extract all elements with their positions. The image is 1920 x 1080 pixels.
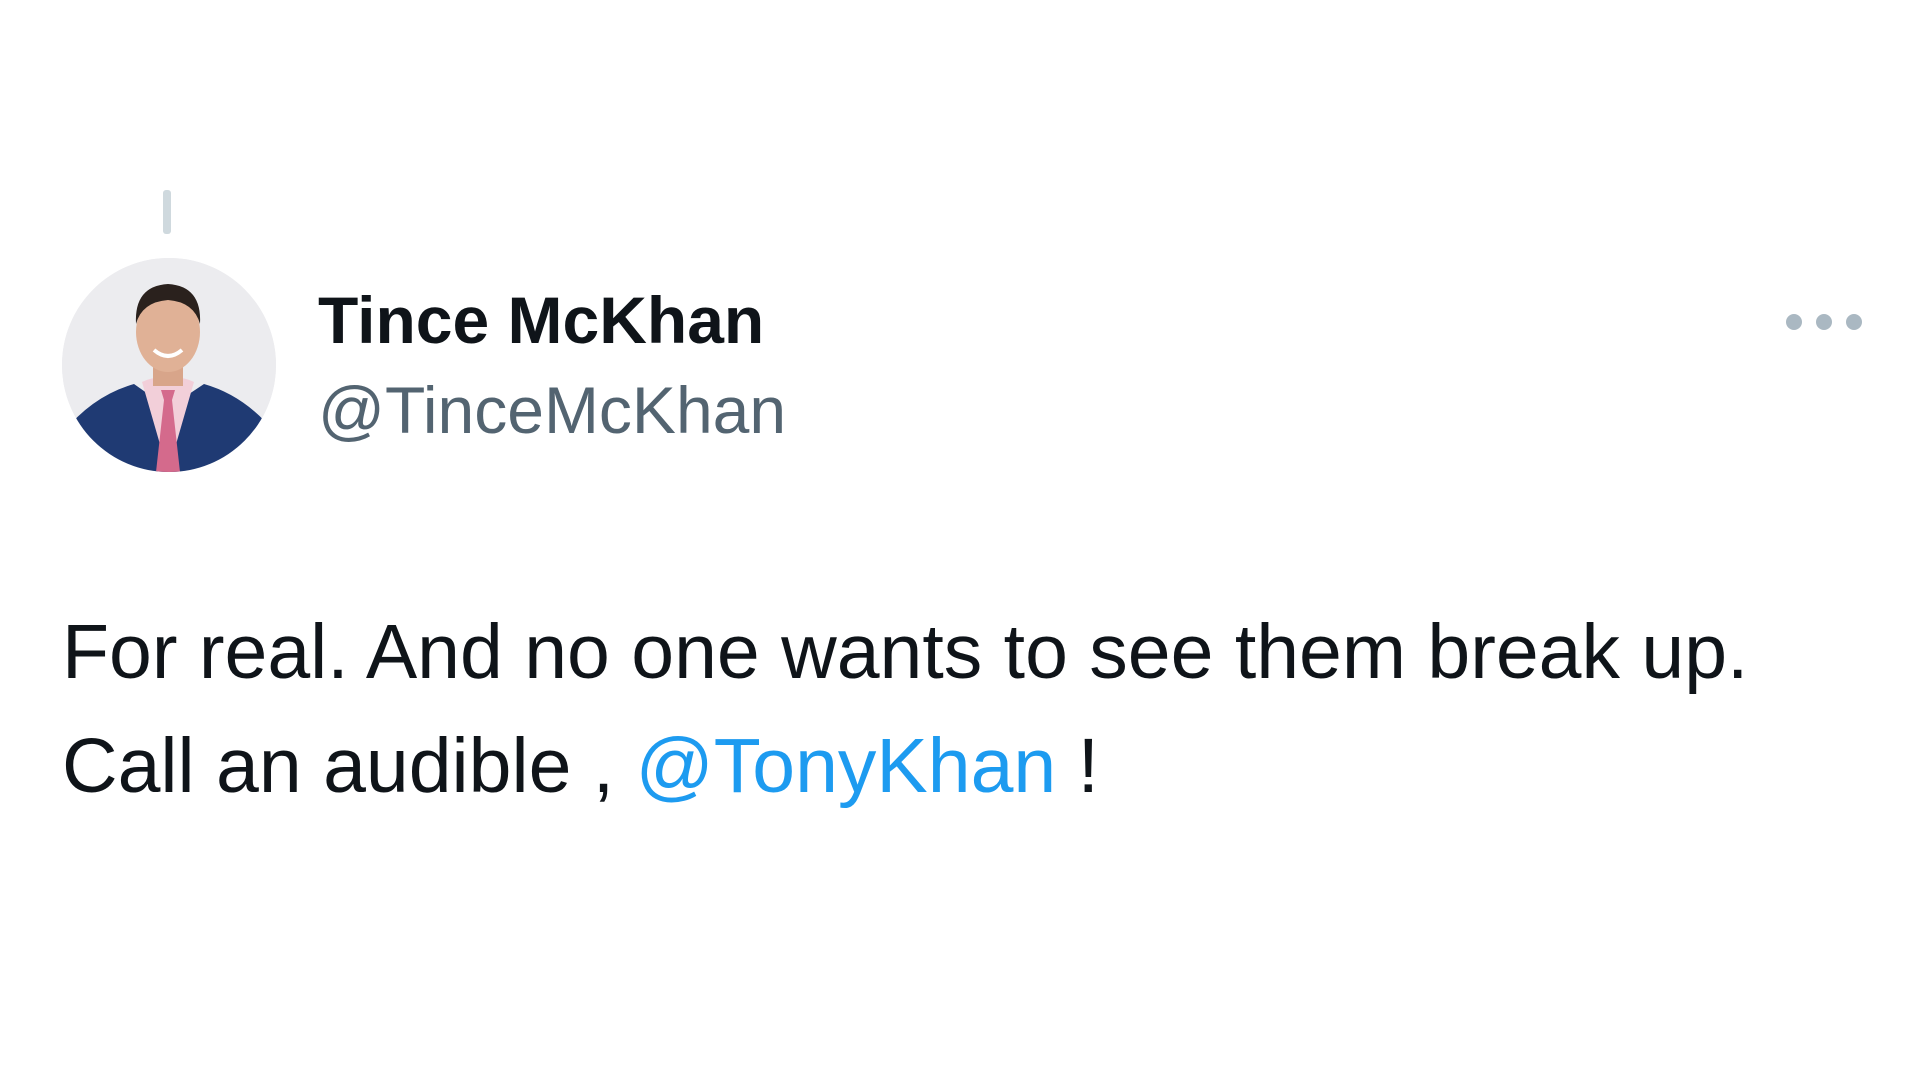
tweet-page: Tince McKhan @TinceMcKhan For real. And … xyxy=(0,0,1920,1080)
more-horizontal-icon xyxy=(1786,314,1862,330)
tweet-text-line-1: For real. And no one wants to see them b… xyxy=(62,609,1749,695)
tweet-text-line-2: Call an audible , @TonyKhan ! xyxy=(62,709,1892,823)
thread-connector-line xyxy=(163,190,171,234)
profile-photo-icon xyxy=(62,258,276,472)
author-handle[interactable]: @TinceMcKhan xyxy=(318,370,786,450)
mention-link[interactable]: @TonyKhan xyxy=(636,723,1057,809)
tweet-text: For real. And no one wants to see them b… xyxy=(62,595,1892,823)
tweet-text-line-2-suffix: ! xyxy=(1056,723,1100,809)
more-options-button[interactable] xyxy=(1780,302,1868,342)
author-display-name[interactable]: Tince McKhan xyxy=(318,280,764,360)
tweet-text-line-2-prefix: Call an audible , xyxy=(62,723,636,809)
avatar[interactable] xyxy=(62,258,276,472)
